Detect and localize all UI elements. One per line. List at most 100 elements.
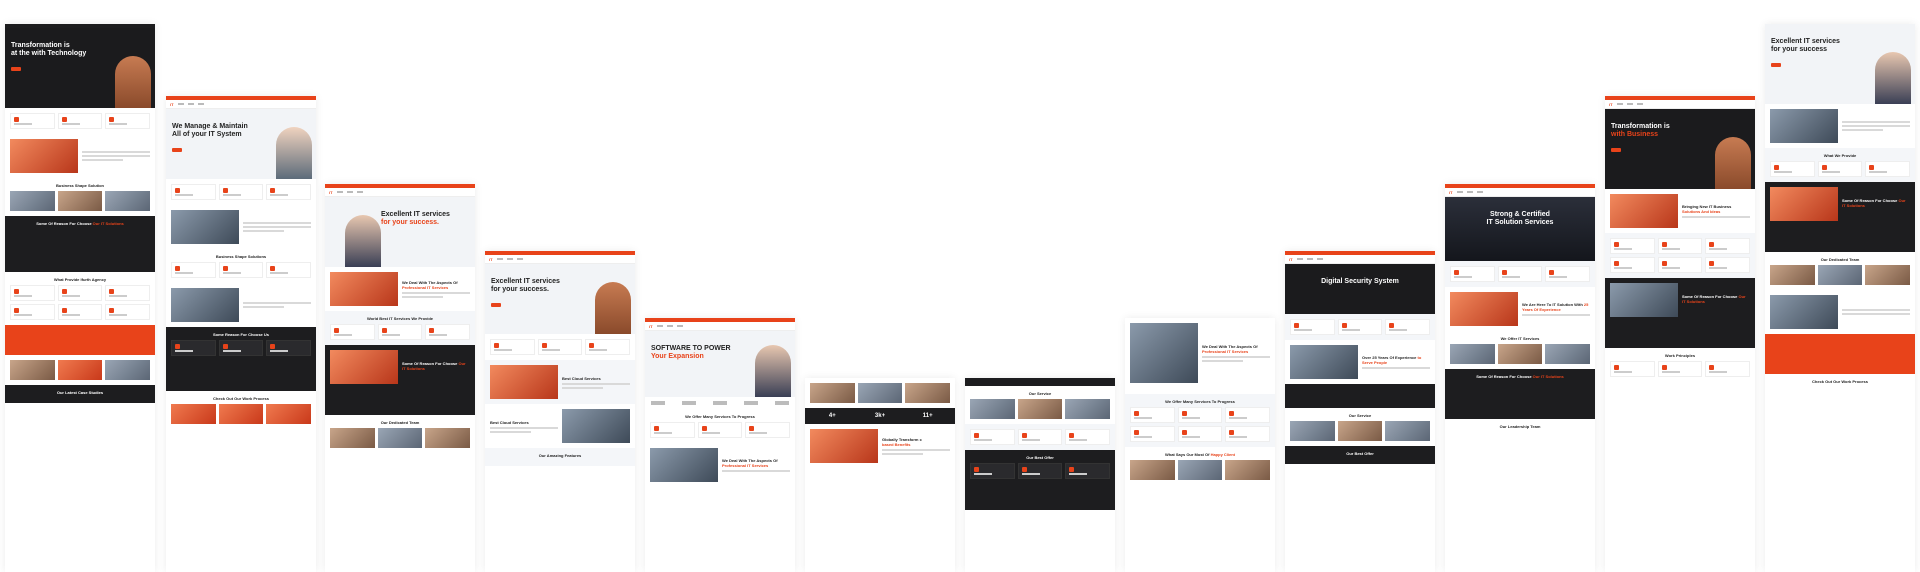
about [1765, 104, 1915, 148]
services: What Provide Ifurth Agency [5, 272, 155, 325]
navbar: iT [325, 188, 475, 197]
work-process: Check Out Our Work Process [1812, 379, 1868, 384]
navbar: iT [485, 255, 635, 264]
services: World Best IT Services We Provide [325, 311, 475, 345]
features-2: Our Amazing Features [485, 448, 635, 466]
hero-title: Digital Security System [1321, 278, 1399, 285]
projects [1765, 334, 1915, 374]
what-we-provide: What We Provide [1765, 148, 1915, 182]
theme-preview-showcase: Transformation is at the with Technology … [0, 0, 1920, 572]
page-preview-2[interactable]: iT We Manage & Maintain All of your IT Sy… [166, 96, 316, 572]
best-offer: Our Best Offer [965, 450, 1115, 510]
stat-value: 11+ [922, 413, 933, 419]
navbar: iT [645, 322, 795, 331]
hero: We Manage & Maintain All of your IT Syste… [166, 109, 316, 179]
benefits: Globally Transform c based Benefits [805, 424, 955, 468]
stats-band [1285, 384, 1435, 408]
team: Our Leadership Team [1499, 424, 1541, 429]
hero-person-image [276, 127, 312, 179]
page-preview-5[interactable]: iT SOFTWARE TO POWER Your Expansion We Of… [645, 318, 795, 572]
reasons: Some Of Reason For Choose Our IT Solutio… [1445, 369, 1595, 419]
hero-button[interactable] [11, 67, 21, 72]
service-section: Our Service [1285, 408, 1435, 446]
team: Our Dedicated Team [325, 415, 475, 453]
hero-person-image [1715, 137, 1751, 189]
page-preview-10[interactable]: iT Strong & Certified IT Solution Service… [1445, 184, 1595, 572]
about: Bringing New IT Business Solutions And I… [1605, 189, 1755, 233]
hero-button[interactable] [1771, 63, 1781, 68]
about: We Deal With The Aspects Of Professional… [325, 267, 475, 311]
client-logos [645, 397, 795, 409]
about [5, 134, 155, 178]
reasons: Some Of Reason For Choose Our IT Solutio… [1605, 278, 1755, 348]
work-principles: Work Principles [1605, 348, 1755, 382]
page-preview-11[interactable]: iT Transformation is with Business Bringi… [1605, 96, 1755, 572]
hero-person-image [1875, 52, 1911, 104]
reasons: Some Of Reason For Choose Our IT Solutio… [5, 216, 155, 272]
contact [1765, 290, 1915, 334]
navbar: iT [166, 100, 316, 109]
hero: Excellent IT services for your success. [485, 264, 635, 334]
services [1605, 233, 1755, 278]
hero-person-image [755, 345, 791, 397]
page-preview-6[interactable]: 4+ 3k+ 11+ Globally Transform c based Ben… [805, 378, 955, 572]
stat-value: 3k+ [874, 413, 886, 419]
best-offer: Our Best Offer [1285, 446, 1435, 464]
experience: Over 25 Years Of Experience to Serve Peo… [1285, 340, 1435, 384]
hero-title: Excellent IT services for your success. [381, 211, 450, 227]
about-2 [166, 283, 316, 327]
navbar: iT [1285, 255, 1435, 264]
cards [965, 424, 1115, 450]
about: We Deal With The Aspects Of Professional… [645, 443, 795, 487]
business-solution: Business Shape Solution [5, 178, 155, 216]
features [485, 334, 635, 360]
case-studies: Our Latest Case Studies [5, 385, 155, 403]
hero: Transformation is with Business [1605, 109, 1755, 189]
top-bar [965, 378, 1115, 386]
features [1285, 314, 1435, 340]
page-preview-8[interactable]: We Deal With The Aspects Of Professional… [1125, 318, 1275, 572]
navbar: iT [1445, 188, 1595, 197]
page-preview-3[interactable]: iT Excellent IT services for your success… [325, 184, 475, 572]
team [5, 355, 155, 385]
reasons: Some Reason For Choose Us [166, 327, 316, 391]
stats-band: 4+ 3k+ 11+ [805, 408, 955, 424]
testimonials: What Says Our Most Of Happy Client [1125, 447, 1275, 485]
stats-band [5, 325, 155, 355]
features [5, 108, 155, 134]
stat-value: 4+ [828, 413, 836, 419]
hero-button[interactable] [172, 148, 182, 153]
page-preview-4[interactable]: iT Excellent IT services for your success… [485, 251, 635, 572]
hero: Strong & Certified IT Solution Services [1445, 197, 1595, 261]
business-shape: Business Shape Solutions [166, 249, 316, 283]
services: We Offer Many Services To Progress [1125, 394, 1275, 447]
reasons: Some Of Reason For Choose Our IT Solutio… [1765, 182, 1915, 252]
hero: Excellent IT services for your success [1765, 24, 1915, 104]
hero-button[interactable] [491, 303, 501, 308]
hero: Transformation is at the with Technology [5, 28, 155, 108]
hero-about: We Deal With The Aspects Of Professional… [1125, 318, 1275, 394]
services: We Offer IT Services [1445, 331, 1595, 369]
hero-person-image [595, 282, 631, 334]
features [166, 179, 316, 205]
page-preview-1[interactable]: Transformation is at the with Technology … [5, 24, 155, 572]
team [805, 378, 955, 408]
navbar: iT [1605, 100, 1755, 109]
hero: Excellent IT services for your success. [325, 197, 475, 267]
team: Our Dedicated Team [1765, 252, 1915, 290]
hero-person-image [115, 56, 151, 108]
service-section: Our Service [965, 386, 1115, 424]
hero-title: Strong & Certified IT Solution Services [1486, 211, 1554, 227]
page-preview-12[interactable]: Excellent IT services for your success Wh… [1765, 24, 1915, 572]
page-preview-7[interactable]: Our Service Our Best Offer [965, 378, 1115, 572]
cloud-services: Best Cloud Services [485, 360, 635, 404]
features [1445, 261, 1595, 287]
page-preview-9[interactable]: iT Digital Security System Over 25 Years… [1285, 251, 1435, 572]
hero: SOFTWARE TO POWER Your Expansion [645, 331, 795, 397]
experience: We Are Here To IT Solution With 25 Years… [1445, 287, 1595, 331]
services: We Offer Many Services To Progress [645, 409, 795, 443]
cloud-services-2: Best Cloud Services [485, 404, 635, 448]
about [166, 205, 316, 249]
hero-button[interactable] [1611, 148, 1621, 153]
hero-person-image [345, 215, 381, 267]
